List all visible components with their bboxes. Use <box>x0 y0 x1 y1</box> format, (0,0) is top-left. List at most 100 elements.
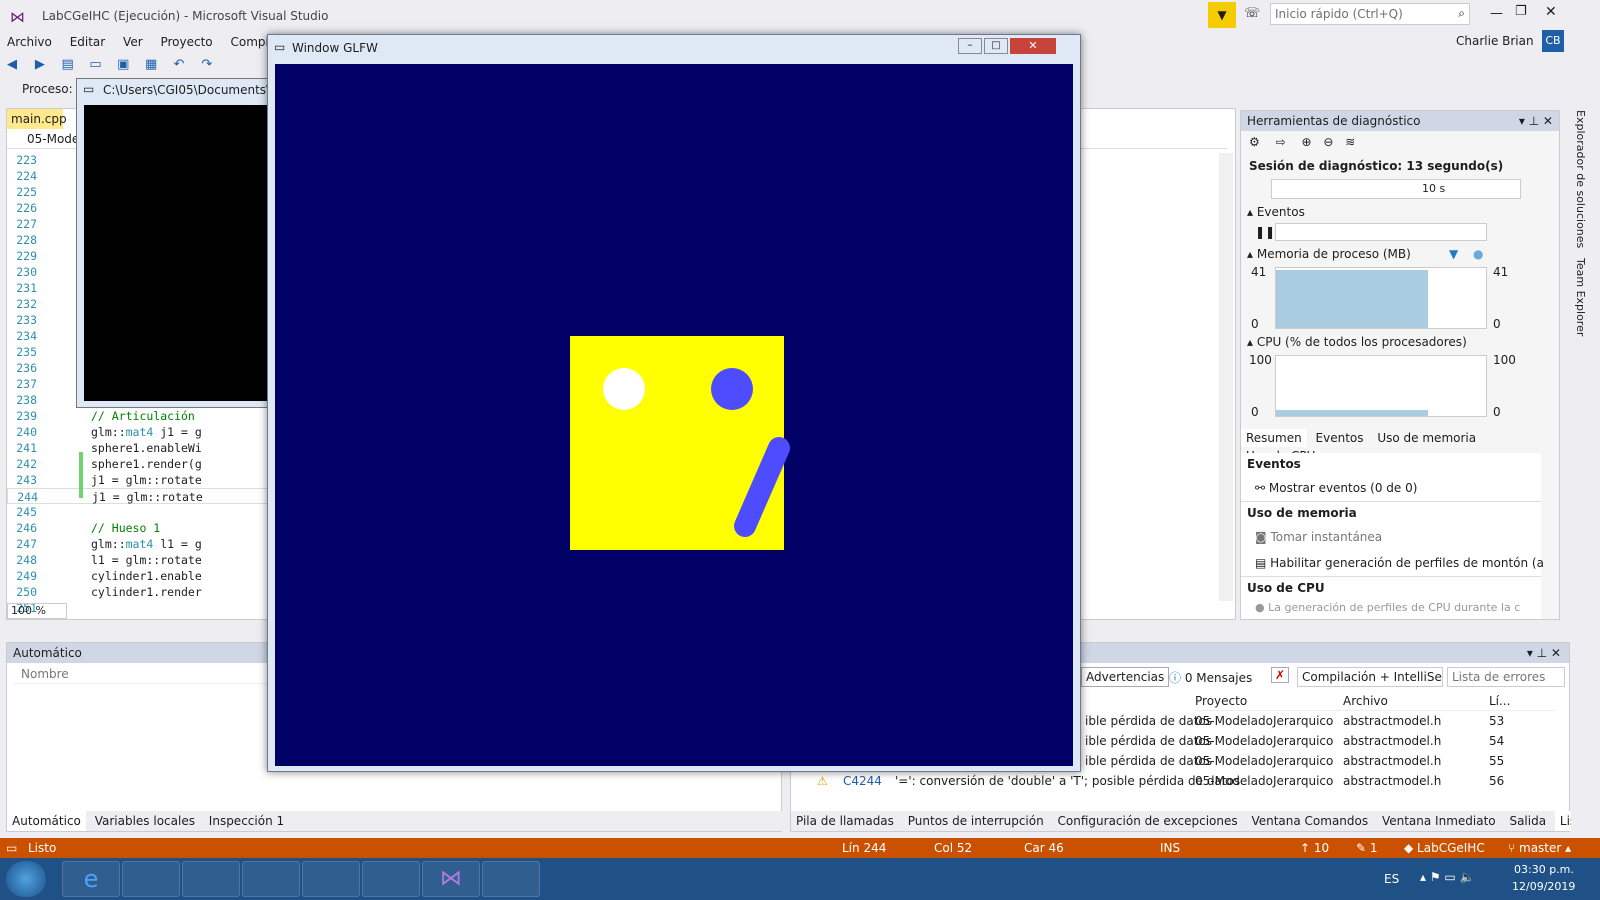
new-project-icon[interactable]: ▤ <box>59 56 77 74</box>
scope-dropdown[interactable]: Compilación + IntelliSen <box>1297 667 1443 687</box>
scene-svg <box>275 64 1073 766</box>
save-all-icon[interactable]: ▦ <box>142 56 160 74</box>
save-icon[interactable]: ▣ <box>114 56 132 74</box>
col-proyecto[interactable]: Proyecto <box>1195 691 1247 711</box>
tab-resumen[interactable]: Resumen <box>1241 429 1307 447</box>
status-icon: ▭ <box>6 841 18 855</box>
tab-eventos[interactable]: Eventos <box>1311 429 1369 447</box>
cpu-max-right: 100 <box>1493 353 1516 367</box>
tab-immediate-window[interactable]: Ventana Inmediato <box>1377 811 1501 831</box>
avatar[interactable]: CB <box>1542 30 1564 52</box>
window-title: LabCGeIHC (Ejecución) - Microsoft Visual… <box>42 9 329 23</box>
code-line: 246// Hueso 1 <box>16 521 161 535</box>
tab-call-stack[interactable]: Pila de llamadas <box>791 811 899 831</box>
snapshot-link[interactable]: ◙ Tomar instantánea <box>1241 524 1541 550</box>
git-icon[interactable] <box>302 861 360 897</box>
start-button[interactable] <box>6 861 46 897</box>
code-line: 249 cylinder1.enable <box>16 569 202 583</box>
minimize-icon[interactable]: — <box>1490 6 1503 21</box>
events-row[interactable]: ▴ Eventos <box>1247 205 1305 219</box>
clock-time[interactable]: 03:30 p.m. <box>1514 863 1574 876</box>
chrome-icon[interactable] <box>242 861 300 897</box>
editor-scrollbar[interactable] <box>1219 153 1233 601</box>
status-car: Car 46 <box>1024 841 1064 855</box>
memory-graph <box>1275 267 1487 329</box>
tab-error-list[interactable]: Lista de errores <box>1554 811 1571 831</box>
session-label: Sesión de diagnóstico: 13 segundo(s) <box>1249 159 1504 173</box>
tray-icons[interactable]: ▴ ⚑ ▭ 🔈 <box>1420 870 1475 884</box>
table-row[interactable]: ⚠ C4244 '=': conversión de 'double' a 'T… <box>791 771 1551 791</box>
zoom-out-icon[interactable]: ⊖ <box>1323 135 1333 149</box>
export-icon[interactable]: ⇨ <box>1276 135 1286 149</box>
open-folder-icon[interactable]: ▭ <box>86 56 104 74</box>
menu-archivo[interactable]: Archivo <box>0 32 59 52</box>
redo-icon[interactable]: ↷ <box>198 56 216 74</box>
memory-label: Memoria de proceso (MB) <box>1256 247 1411 261</box>
back-icon[interactable]: ◀ <box>3 56 21 74</box>
restore-icon[interactable]: ❐ <box>1515 4 1527 19</box>
pause-icon[interactable]: ❚❚ <box>1255 225 1275 239</box>
undo-icon[interactable]: ↶ <box>170 56 188 74</box>
ie-icon[interactable]: e <box>62 861 120 897</box>
memory-row[interactable]: ▴ Memoria de proceso (MB) <box>1247 247 1411 261</box>
code-lines[interactable]: 239// Articulación 240 glm::mat4 j1 = g 2… <box>7 408 307 616</box>
forward-icon[interactable]: ▶ <box>31 56 49 74</box>
zoom-select[interactable]: 100 % <box>7 603 67 619</box>
explorer-icon[interactable] <box>122 861 180 897</box>
error-search-input[interactable]: Lista de errores <box>1447 667 1565 687</box>
glfw-maximize-icon[interactable]: □ <box>984 38 1008 54</box>
repo-name[interactable]: ◆ LabCGeIHC <box>1404 838 1485 858</box>
tab-exceptions[interactable]: Configuración de excepciones <box>1053 811 1243 831</box>
settings-icon[interactable]: ⚙ <box>1249 135 1260 149</box>
clock-date[interactable]: 12/09/2019 <box>1512 880 1575 893</box>
tab-inspeccion[interactable]: Inspección 1 <box>204 811 289 831</box>
language-indicator[interactable]: ES <box>1384 872 1399 886</box>
messages-filter[interactable]: ⓘ 0 Mensajes <box>1169 669 1252 686</box>
cpu-row[interactable]: ▴ CPU (% de todos los procesadores) <box>1247 335 1467 349</box>
paint-icon[interactable] <box>362 861 420 897</box>
tab-team-explorer[interactable]: Team Explorer <box>1574 258 1587 336</box>
show-events-link[interactable]: ⚯ Mostrar eventos (0 de 0) <box>1241 475 1541 501</box>
tab-uso-memoria[interactable]: Uso de memoria <box>1372 429 1481 447</box>
tab-solution-explorer[interactable]: Explorador de soluciones <box>1574 110 1587 248</box>
nav-project[interactable]: 05-Mode <box>27 132 79 146</box>
feedback-icon[interactable]: ☏ <box>1244 6 1260 21</box>
cpu-graph <box>1275 355 1487 417</box>
user-name[interactable]: Charlie Brian <box>1456 34 1534 48</box>
zoom-in-icon[interactable]: ⊕ <box>1301 135 1311 149</box>
menu-proyecto[interactable]: Proyecto <box>153 32 219 52</box>
glfw-close-icon[interactable]: ✕ <box>1010 38 1056 54</box>
timeline-ruler[interactable]: 10 s <box>1271 179 1521 199</box>
glfw-minimize-icon[interactable]: – <box>958 38 982 54</box>
console-window[interactable]: ▭ C:\Users\CGI05\Documents\C <box>76 78 278 408</box>
branch-name[interactable]: ⑂ master ▴ <box>1508 838 1571 858</box>
tab-output[interactable]: Salida <box>1504 811 1551 831</box>
tab-breakpoints[interactable]: Puntos de interrupción <box>903 811 1049 831</box>
clear-filter-icon[interactable]: ✗ <box>1271 667 1290 683</box>
glfw-window[interactable]: ▭ Window GLFW – □ ✕ <box>267 34 1081 772</box>
col-archivo[interactable]: Archivo <box>1343 691 1388 711</box>
tab-command-window[interactable]: Ventana Comandos <box>1246 811 1373 831</box>
media-player-icon[interactable] <box>182 861 240 897</box>
heap-profiling-link[interactable]: ▤ Habilitar generación de perfiles de mo… <box>1241 550 1544 576</box>
visual-studio-icon[interactable]: ⋈ <box>422 861 480 897</box>
editor-tab[interactable]: main.cpp <box>7 109 67 129</box>
memory-min-left: 0 <box>1251 317 1259 331</box>
tab-variables-locales[interactable]: Variables locales <box>90 811 200 831</box>
menu-editar[interactable]: Editar <box>63 32 113 52</box>
quick-launch-input[interactable]: Inicio rápido (Ctrl+Q) ⌕ <box>1270 3 1470 25</box>
memory-min-right: 0 <box>1493 317 1501 331</box>
filter-icon[interactable]: ▼ <box>1208 2 1236 28</box>
col-linea[interactable]: Lí... <box>1489 691 1510 711</box>
warnings-filter[interactable]: Advertencias <box>1081 667 1170 687</box>
close-icon[interactable]: ✕ <box>1545 4 1557 20</box>
chart-icon[interactable]: ≋ <box>1345 135 1355 149</box>
panel-close-icon[interactable]: ▾ ⊥ ✕ <box>1519 111 1559 131</box>
push-count[interactable]: ↑ 10 <box>1300 838 1329 858</box>
tab-automatico[interactable]: Automático <box>7 811 86 831</box>
cpu-min-right: 0 <box>1493 405 1501 419</box>
menu-ver[interactable]: Ver <box>116 32 150 52</box>
edit-count[interactable]: ✎ 1 <box>1356 838 1378 858</box>
opengl-canvas[interactable] <box>275 64 1073 766</box>
console-task-icon[interactable] <box>482 861 540 897</box>
